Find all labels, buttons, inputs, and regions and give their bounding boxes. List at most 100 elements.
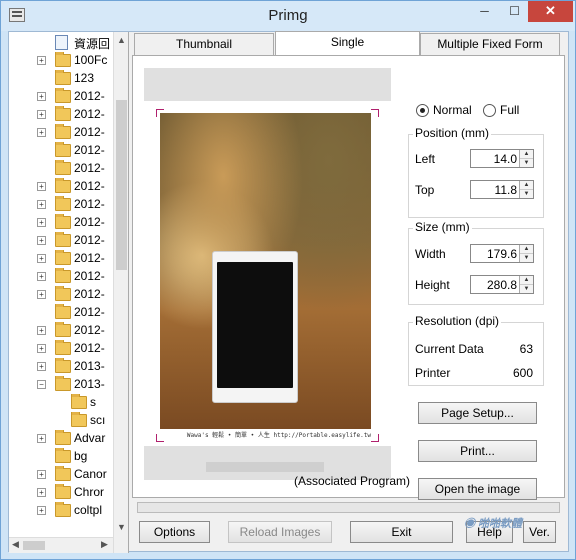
width-value[interactable]: 179.6 [487,247,517,261]
hscroll-thumb[interactable] [23,541,45,550]
size-group: Size (mm) Width 179.6 ▲ ▼ Height 280.8 ▲ ▼ [408,220,544,305]
scroll-right-icon[interactable]: ▶ [101,539,108,550]
expand-icon[interactable]: + [37,128,46,137]
scroll-up-icon[interactable]: ▲ [117,35,126,45]
collapse-icon[interactable]: − [37,380,46,389]
tree-item[interactable]: +2012- [9,322,113,340]
preview-image[interactable] [160,113,371,429]
tree-item[interactable]: + coltpl [9,502,113,520]
tree-item[interactable]: − 2013- [9,376,113,394]
tree-item[interactable]: 123 [9,70,113,88]
expand-icon[interactable]: + [37,434,46,443]
tree-item[interactable]: + Canor [9,466,113,484]
expand-icon[interactable]: + [37,110,46,119]
tree-item-label: 2012- [74,269,105,283]
exit-button[interactable]: Exit [350,521,453,543]
tree-item[interactable]: 2012- [9,160,113,178]
tree-item[interactable]: +2012- [9,106,113,124]
progress-bar [137,502,560,513]
expand-icon[interactable]: + [37,344,46,353]
top-value[interactable]: 11.8 [495,183,517,197]
expand-icon[interactable]: + [37,272,46,281]
tree-item[interactable]: +2012- [9,286,113,304]
tree-item[interactable]: +2012- [9,196,113,214]
expand-icon[interactable]: + [37,362,46,371]
version-button[interactable]: Ver. [523,521,556,543]
expand-icon[interactable]: + [37,290,46,299]
left-spinbox[interactable]: 14.0 ▲ ▼ [470,149,534,168]
expand-icon[interactable]: + [37,488,46,497]
tree-item[interactable]: +2012- [9,214,113,232]
scroll-down-icon[interactable]: ▼ [117,522,126,532]
top-spinbox[interactable]: 11.8 ▲ ▼ [470,180,534,199]
scroll-left-icon[interactable]: ◀ [12,539,19,550]
height-value[interactable]: 280.8 [487,278,517,292]
expand-icon[interactable]: + [37,218,46,227]
left-value[interactable]: 14.0 [494,152,517,166]
spin-down-icon[interactable]: ▼ [520,253,533,261]
tree-vertical-scrollbar[interactable]: ▲ ▼ [113,32,128,553]
tree-item[interactable]: +2012- [9,340,113,358]
expand-icon[interactable]: + [37,470,46,479]
app-window: Primg ─ ☐ ✕ 資源回 +100Fc 123 +2012- +2012- +201… [0,0,576,560]
folder-icon [55,250,71,265]
spin-down-icon[interactable]: ▼ [520,158,533,166]
spin-down-icon[interactable]: ▼ [520,284,533,292]
tree-item[interactable]: 2012- [9,304,113,322]
expand-icon[interactable]: + [37,92,46,101]
spin-up-icon[interactable]: ▲ [520,245,533,253]
tab-single[interactable]: Single [275,31,420,56]
tree-item[interactable]: 2012- [9,142,113,160]
height-spinbox[interactable]: 280.8 ▲ ▼ [470,275,534,294]
tree-horizontal-scrollbar[interactable]: ◀ ▶ [9,537,113,553]
tree-item[interactable]: bg [9,448,113,466]
reload-images-button[interactable]: Reload Images [228,521,332,543]
spin-up-icon[interactable]: ▲ [520,181,533,189]
tree-item[interactable]: s [9,394,113,412]
expand-icon[interactable]: + [37,326,46,335]
crop-handle-top-right[interactable] [371,109,379,117]
spin-down-icon[interactable]: ▼ [520,189,533,197]
tree-item-label: 2012- [74,161,105,175]
tab-multiple-fixed-form[interactable]: Multiple Fixed Form [420,33,560,55]
maximize-button[interactable]: ☐ [501,1,528,22]
tree-item[interactable]: +2012- [9,178,113,196]
expand-icon[interactable]: + [37,506,46,515]
tab-thumbnail[interactable]: Thumbnail [134,33,274,55]
tree-item[interactable]: +2012- [9,124,113,142]
print-preview[interactable]: Wawa's 輕鬆 • 簡單 • 人生 http://Portable.easy… [144,68,391,480]
width-spinbox[interactable]: 179.6 ▲ ▼ [470,244,534,263]
scroll-thumb[interactable] [116,100,127,270]
crop-handle-bottom-right[interactable] [371,434,379,442]
options-button[interactable]: Options [139,521,210,543]
tree-item[interactable]: +2012- [9,268,113,286]
tree-item[interactable]: 資源回 [9,34,113,52]
tree-item[interactable]: +2013- [9,358,113,376]
radio-normal-dot[interactable] [416,104,429,117]
tree-item[interactable]: + Chror [9,484,113,502]
preview-scroll-bar[interactable] [206,462,324,472]
folder-tree[interactable]: 資源回 +100Fc 123 +2012- +2012- +2012- 2012- 2012-… [9,32,129,553]
title-bar[interactable]: Primg ─ ☐ ✕ [1,1,575,31]
tree-item[interactable]: +2012- [9,232,113,250]
minimize-button[interactable]: ─ [471,1,498,22]
close-button[interactable]: ✕ [528,1,573,22]
tree-item[interactable]: +2012- [9,88,113,106]
tree-item[interactable]: +2012- [9,250,113,268]
crop-handle-top-left[interactable] [156,109,164,117]
expand-icon[interactable]: + [37,200,46,209]
expand-icon[interactable]: + [37,236,46,245]
expand-icon[interactable]: + [37,254,46,263]
expand-icon[interactable]: + [37,56,46,65]
spin-up-icon[interactable]: ▲ [520,150,533,158]
tree-item[interactable]: +100Fc [9,52,113,70]
expand-icon[interactable]: + [37,182,46,191]
crop-handle-bottom-left[interactable] [156,434,164,442]
spin-up-icon[interactable]: ▲ [520,276,533,284]
print-button[interactable]: Print... [418,440,537,462]
tree-item[interactable]: + Advar [9,430,113,448]
open-image-button[interactable]: Open the image [418,478,537,500]
radio-full-dot[interactable] [483,104,496,117]
page-setup-button[interactable]: Page Setup... [418,402,537,424]
tree-item[interactable]: scı [9,412,113,430]
